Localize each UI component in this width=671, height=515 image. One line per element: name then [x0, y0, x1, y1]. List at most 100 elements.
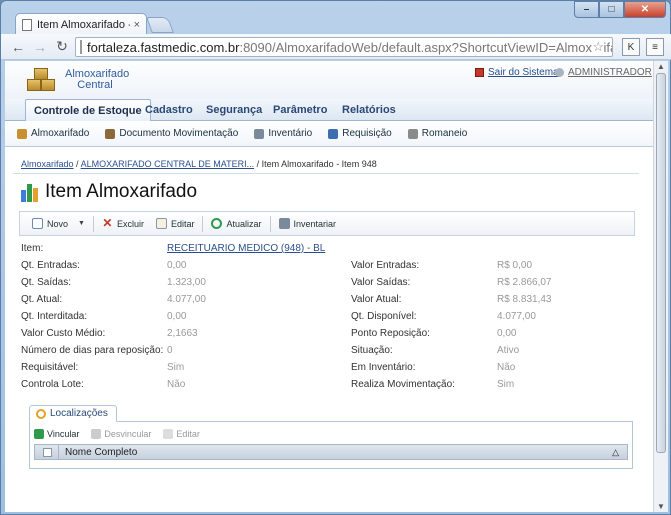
tab-parametro[interactable]: Parâmetro — [265, 99, 335, 121]
address-bar[interactable]: fortaleza.fastmedic.com.br:8090/Almoxari… — [75, 37, 613, 57]
bookmark-star-icon[interactable]: ☆ — [592, 39, 604, 55]
field-value: 0,00 — [167, 260, 187, 271]
desvincular-label: Desvincular — [104, 429, 152, 439]
app-header: Almoxarifado Central Sair do Sistema ADM… — [5, 61, 653, 99]
subnav-documento-movimentacao[interactable]: Documento Movimentação — [105, 128, 238, 139]
excluir-button[interactable]: ✕ Excluir — [96, 211, 150, 236]
field-label: Qt. Atual: — [21, 294, 63, 305]
breadcrumb-separator: / — [256, 159, 260, 169]
extension-icon[interactable]: K — [622, 38, 640, 56]
field-value: Ativo — [497, 345, 520, 356]
tab-localizacoes-label: Localizações — [50, 408, 108, 419]
forward-arrow-icon[interactable]: → — [31, 38, 49, 56]
subnav-label: Almoxarifado — [31, 128, 90, 139]
tab-localizacoes[interactable]: Localizações — [29, 405, 117, 422]
field-label: Controla Lote: — [21, 379, 84, 390]
subnav-label: Inventário — [268, 128, 313, 139]
subnav-label: Requisição — [342, 128, 392, 139]
gear-icon — [36, 408, 46, 419]
maximize-button[interactable]: □ — [599, 1, 624, 18]
tab-controle-estoque[interactable]: Controle de Estoque — [25, 99, 151, 122]
sort-triangle-icon[interactable]: △ — [612, 447, 619, 458]
field-label: Qt. Interditada: — [21, 311, 88, 322]
edit-pencil-icon — [163, 429, 174, 439]
minimize-button[interactable]: – — [574, 1, 599, 18]
field-label: Qt. Saídas: — [21, 277, 72, 288]
user-link[interactable]: ADMINISTRADOR — [555, 67, 652, 78]
breadcrumb-current: Item Almoxarifado - Item 948 — [261, 159, 377, 169]
atualizar-button[interactable]: Atualizar — [205, 211, 267, 236]
field-label: Número de dias para reposição: — [21, 345, 164, 356]
field-label: Valor Custo Médio: — [21, 328, 106, 339]
vincular-button[interactable]: Vincular — [34, 429, 79, 439]
field-value: 0,00 — [167, 311, 187, 322]
refresh-icon — [211, 218, 223, 229]
toolbar-separator — [269, 215, 271, 232]
editar-label: Editar — [170, 218, 195, 229]
subnav-inventario[interactable]: Inventário — [254, 128, 312, 139]
back-arrow-icon[interactable]: ← — [9, 38, 27, 56]
url-host: fortaleza.fastmedic.com.br — [87, 39, 240, 55]
edit-pencil-icon — [155, 218, 167, 229]
item-chart-icon — [21, 182, 39, 202]
tab-close-icon[interactable]: × — [134, 19, 140, 31]
breadcrumb-almoxarifado-central[interactable]: ALMOXARIFADO CENTRAL DE MATERI... — [81, 159, 255, 169]
field-value: 4.077,00 — [167, 294, 206, 305]
toolbar-separator — [92, 215, 94, 232]
item-value-link[interactable]: RECEITUARIO MEDICO (948) - BL — [167, 243, 325, 254]
link-icon — [34, 429, 44, 439]
select-all-checkbox[interactable] — [43, 447, 52, 457]
editar-loc-button[interactable]: Editar — [163, 429, 200, 439]
field-value: 1.323,00 — [167, 277, 206, 288]
browser-tab[interactable]: Item Almoxarifado - Iter × — [15, 13, 147, 35]
delete-x-icon: ✕ — [102, 216, 113, 230]
user-icon — [555, 68, 564, 77]
field-label: Valor Entradas: — [351, 260, 420, 271]
breadcrumb-almoxarifado[interactable]: Almoxarifado — [21, 159, 74, 169]
logout-label: Sair do Sistema — [488, 67, 559, 78]
tab-relatorios[interactable]: Relatórios — [334, 99, 404, 121]
browser-tab-title: Item Almoxarifado - Iter — [37, 18, 130, 31]
inventariar-label: Inventariar — [293, 218, 337, 229]
toolbar-separator — [202, 215, 204, 232]
desvincular-button[interactable]: Desvincular — [91, 429, 151, 439]
url-path: :8090/AlmoxarifadoWeb/default.aspx?Short… — [239, 39, 612, 55]
logout-link[interactable]: Sair do Sistema — [475, 67, 559, 78]
localizacoes-toolbar: Vincular Desvincular Editar — [34, 426, 200, 442]
menu-wrench-icon[interactable]: ≡ — [646, 38, 664, 56]
vincular-label: Vincular — [47, 429, 80, 439]
scroll-down-icon[interactable]: ▼ — [657, 502, 665, 511]
close-window-button[interactable]: ✕ — [624, 1, 666, 18]
window-controls: – □ ✕ — [574, 1, 666, 18]
user-label: ADMINISTRADOR — [568, 67, 652, 78]
warehouse-icon — [17, 128, 27, 139]
subnav-almoxarifado[interactable]: Almoxarifado — [17, 128, 89, 139]
vertical-scrollbar[interactable]: ▲ ▼ — [653, 61, 668, 512]
field-value: R$ 8.831,43 — [497, 294, 552, 305]
editar-loc-label: Editar — [176, 429, 200, 439]
tab-seguranca[interactable]: Segurança — [198, 99, 270, 121]
tab-cadastro[interactable]: Cadastro — [137, 99, 201, 121]
field-label: Em Inventário: — [351, 362, 416, 373]
inventariar-button[interactable]: Inventariar — [273, 211, 343, 236]
atualizar-label: Atualizar — [226, 218, 262, 229]
field-value: Sim — [167, 362, 185, 373]
column-nome-completo[interactable]: Nome Completo — [65, 447, 137, 458]
scroll-up-icon[interactable]: ▲ — [657, 62, 665, 71]
subnav-requisicao[interactable]: Requisição — [328, 128, 392, 139]
reload-icon[interactable]: ↻ — [53, 38, 71, 56]
new-tab-button[interactable] — [146, 17, 174, 33]
column-separator — [58, 445, 59, 459]
field-value: Não — [497, 362, 516, 373]
novo-button[interactable]: Novo ▼ — [26, 211, 91, 236]
subnav-romaneio[interactable]: Romaneio — [407, 128, 467, 139]
chevron-down-icon[interactable]: ▼ — [78, 220, 85, 227]
main-content: Almoxarifado / ALMOXARIFADO CENTRAL DE M… — [13, 153, 639, 512]
romaneio-icon — [407, 128, 418, 139]
editar-button[interactable]: Editar — [150, 211, 201, 236]
field-label: Qt. Entradas: — [21, 260, 80, 271]
field-value: 4.077,00 — [497, 311, 536, 322]
browser-toolbar: ← → ↻ fortaleza.fastmedic.com.br:8090/Al… — [1, 34, 671, 60]
web-page: Almoxarifado Central Sair do Sistema ADM… — [5, 61, 653, 512]
scrollbar-thumb[interactable] — [656, 73, 666, 453]
